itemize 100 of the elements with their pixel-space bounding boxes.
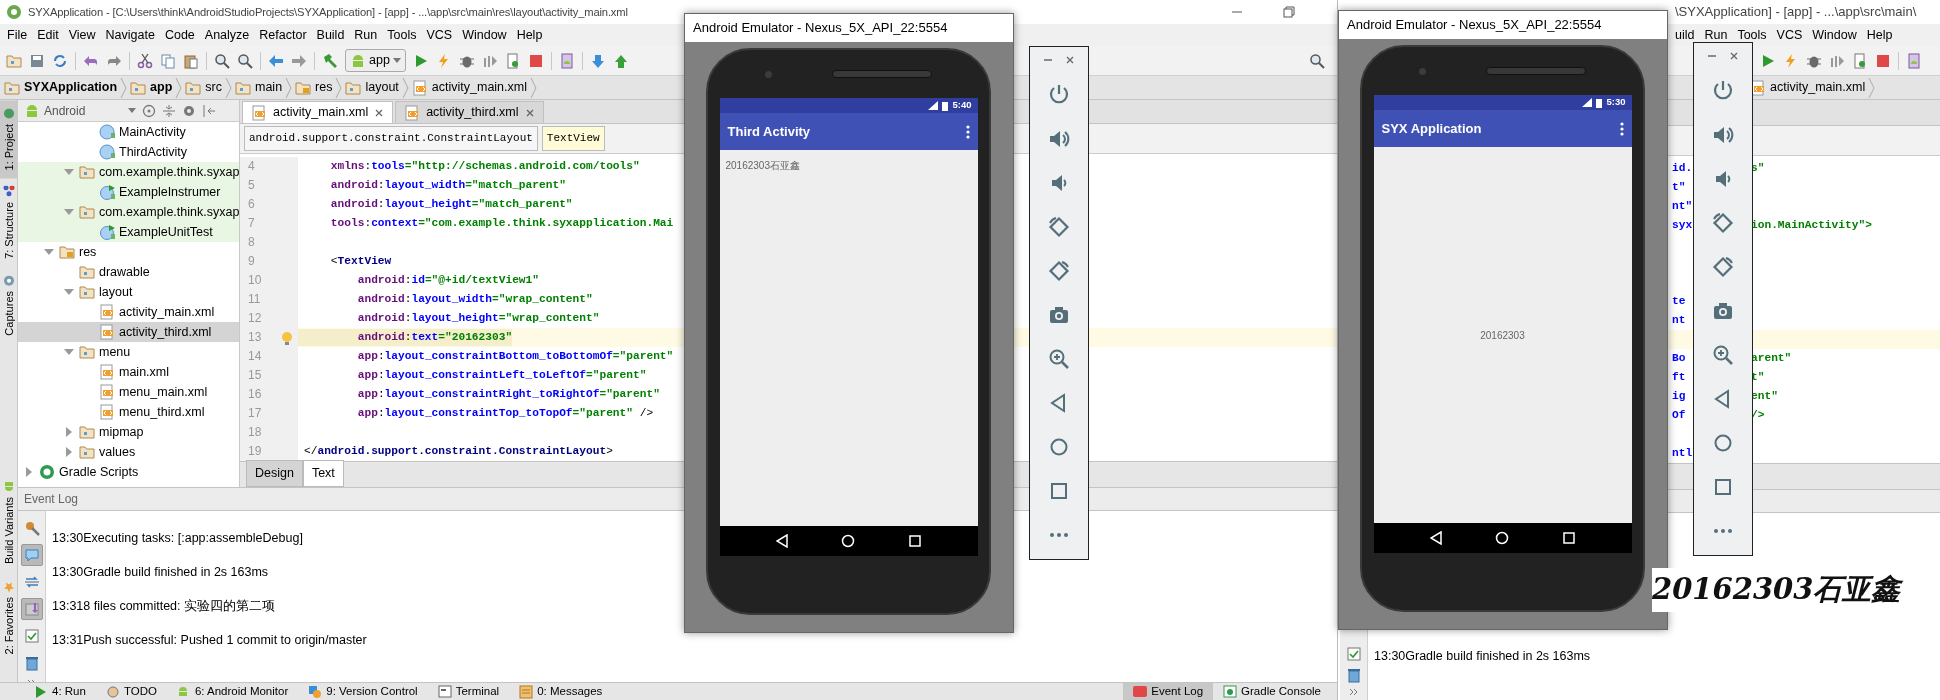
search-icon[interactable] (1309, 52, 1325, 69)
tool-window-button[interactable]: Gradle Console (1213, 683, 1331, 700)
tag-path-item[interactable]: android.support.constraint.ConstraintLayout (244, 126, 538, 151)
toggle-button[interactable] (20, 598, 43, 620)
tree-item[interactable]: main.xml (18, 362, 239, 382)
tree-item[interactable]: com.example.think.syxap (18, 202, 239, 222)
toggle-button[interactable] (20, 544, 43, 566)
restore-icon[interactable] (1283, 6, 1295, 18)
side-tab[interactable]: 7: Structure (0, 178, 18, 268)
menu-bar-entry[interactable]: Analyze (199, 25, 255, 45)
close-icon[interactable] (1729, 51, 1739, 61)
tool-window-button[interactable]: Event Log (1123, 683, 1214, 700)
cut-icon[interactable] (137, 52, 153, 69)
trash-icon[interactable] (1345, 667, 1362, 683)
paste-icon[interactable] (183, 52, 199, 69)
breadcrumb-item[interactable]: src (185, 78, 222, 97)
stop-icon[interactable] (1875, 52, 1891, 69)
home-icon[interactable] (841, 534, 856, 548)
menu-bar-entry[interactable]: VCS (421, 25, 458, 45)
double-chevron-icon[interactable] (1349, 688, 1358, 696)
rotate-left-icon[interactable] (1711, 211, 1735, 235)
home-icon[interactable] (1495, 531, 1510, 545)
menu-bar-entry[interactable]: VCS (1771, 25, 1808, 45)
menu-bar-entry[interactable]: Run (1699, 25, 1733, 45)
tree-item[interactable]: ExampleInstrumer (18, 182, 239, 202)
rotate-right-icon[interactable] (1711, 255, 1735, 279)
attach-icon[interactable] (1852, 52, 1868, 69)
menu-bar-entry[interactable]: Edit (32, 25, 64, 45)
collapse-icon[interactable] (162, 103, 176, 118)
open-folder-icon[interactable] (6, 52, 22, 69)
tree-item[interactable]: ExampleUnitTest (18, 222, 239, 242)
settings-icon[interactable] (182, 103, 196, 118)
tree-item[interactable]: Gradle Scripts (18, 462, 239, 482)
tool-window-button[interactable]: 0: Messages (509, 683, 613, 700)
menu-bar-entry[interactable]: Window (1807, 25, 1862, 45)
menu-bar-entry[interactable]: File (2, 25, 33, 45)
hammer-icon[interactable] (322, 52, 338, 69)
breadcrumb-item[interactable]: SYXApplication (4, 78, 118, 97)
menu-bar-entry[interactable]: Help (511, 25, 548, 45)
menu-bar-entry[interactable]: Tools (382, 25, 422, 45)
menu-bar-entry[interactable]: Tools (1732, 25, 1772, 45)
tool-window-button[interactable]: 6: Android Monitor (166, 683, 299, 700)
tree-item[interactable]: ThirdActivity (18, 142, 239, 162)
rotate-right-icon[interactable] (1047, 259, 1071, 283)
rotate-left-icon[interactable] (1047, 215, 1071, 239)
tag-path-item[interactable]: TextView (541, 126, 605, 151)
overflow-menu-icon[interactable] (965, 124, 970, 139)
tree-item[interactable]: activity_main.xml (18, 302, 239, 322)
close-icon[interactable] (524, 107, 535, 118)
breadcrumb-item[interactable]: activity_main.xml (411, 78, 527, 97)
tool-window-button[interactable]: Terminal (427, 683, 510, 700)
breadcrumb-item[interactable]: app (130, 78, 173, 97)
checkbox-icon[interactable] (1345, 646, 1362, 662)
forward-icon[interactable] (291, 52, 307, 69)
zoom-icon[interactable] (1047, 347, 1071, 371)
copy-icon[interactable] (160, 52, 176, 69)
menu-bar-entry[interactable]: uild (1670, 25, 1700, 45)
overview-icon[interactable] (908, 535, 921, 547)
tree-item[interactable]: com.example.think.syxap (18, 162, 239, 182)
breadcrumb-item[interactable]: res (295, 78, 333, 97)
side-tab[interactable]: Captures (0, 267, 18, 344)
hide-icon[interactable] (202, 103, 216, 118)
menu-bar-entry[interactable]: View (63, 25, 101, 45)
lightbulb-icon[interactable] (280, 330, 294, 345)
breadcrumb-item[interactable]: main (235, 78, 283, 97)
side-tab[interactable]: 2: Favorites (0, 572, 18, 662)
tree-item[interactable]: MainActivity (18, 122, 239, 142)
menu-bar-entry[interactable]: Build (311, 25, 350, 45)
overflow-menu-icon[interactable] (1619, 121, 1624, 136)
menu-bar-entry[interactable]: Window (457, 25, 512, 45)
breadcrumb-item[interactable]: layout (345, 78, 399, 97)
zoom-icon[interactable] (1711, 343, 1735, 367)
tree-item[interactable]: mipmap (18, 422, 239, 442)
search-icon[interactable] (214, 52, 230, 69)
tree-item[interactable]: layout (18, 282, 239, 302)
save-icon[interactable] (29, 52, 45, 69)
menu-bar-entry[interactable]: Help (1861, 25, 1898, 45)
tree-item[interactable]: activity_third.xml (18, 322, 239, 342)
editor-mode-tab[interactable]: Design (246, 460, 303, 487)
sync-icon[interactable] (52, 52, 68, 69)
run-configuration-dropdown[interactable]: app (345, 49, 406, 72)
tree-item[interactable]: menu_third.xml (18, 402, 239, 422)
tree-item[interactable]: drawable (18, 262, 239, 282)
stop-icon[interactable] (527, 52, 544, 69)
vcs-update-icon[interactable] (589, 52, 606, 69)
side-tab[interactable]: 1: Project (0, 100, 18, 179)
run-icon[interactable] (1760, 52, 1776, 69)
tree-item[interactable]: values (18, 442, 239, 462)
locate-icon[interactable] (142, 103, 156, 118)
attach-icon[interactable] (504, 52, 521, 69)
close-icon[interactable] (374, 107, 385, 118)
back-icon[interactable] (1430, 531, 1443, 545)
tree-item[interactable]: res (18, 242, 239, 262)
tool-window-button[interactable]: TODO (95, 683, 167, 700)
replace-icon[interactable] (237, 52, 253, 69)
side-tab[interactable]: Build Variants (0, 473, 18, 573)
menu-bar-entry[interactable]: Navigate (100, 25, 160, 45)
device-icon[interactable] (558, 52, 575, 69)
editor-tab[interactable]: activity_main.xml (242, 101, 394, 123)
menu-bar-entry[interactable]: Refactor (254, 25, 312, 45)
